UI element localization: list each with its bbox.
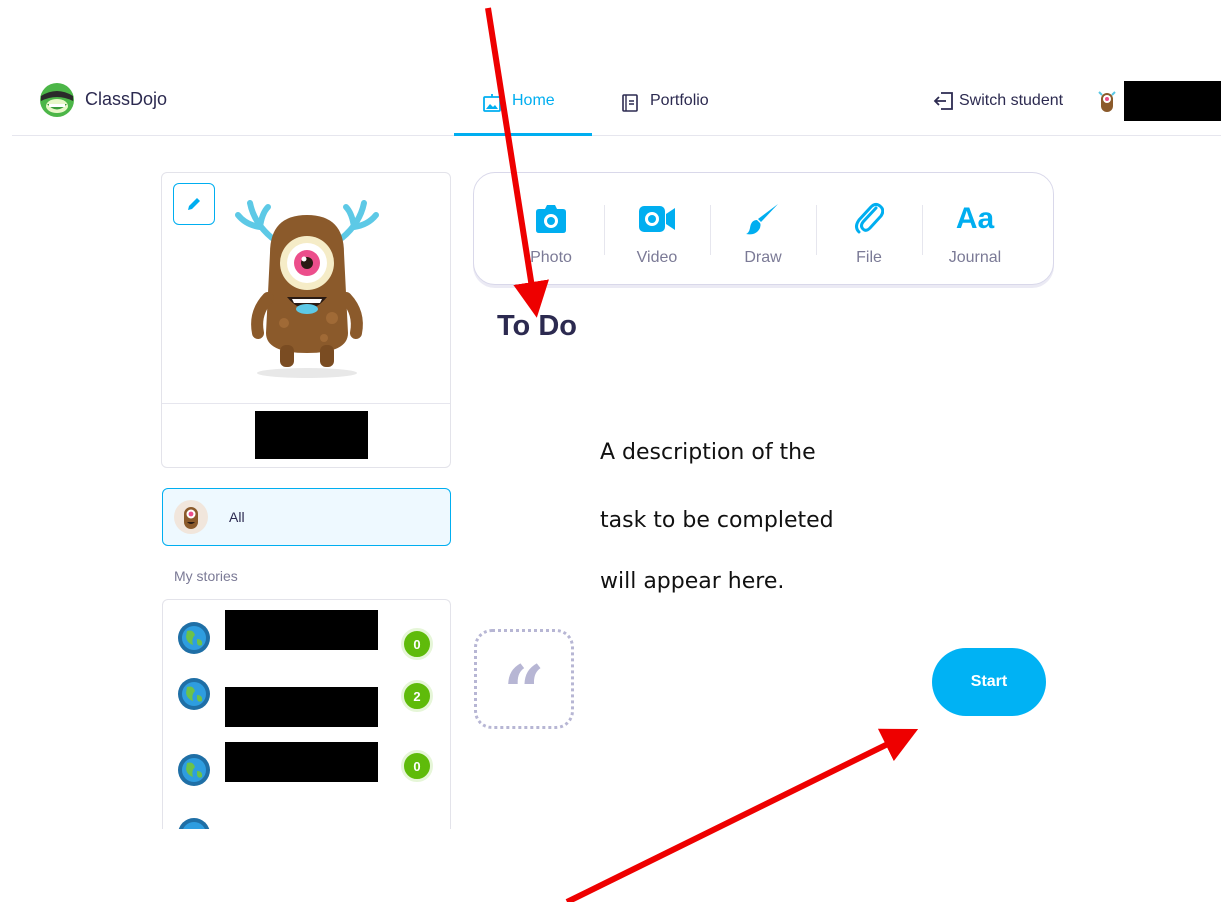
tool-draw-button[interactable]: Draw bbox=[710, 201, 816, 267]
todo-heading: To Do bbox=[497, 310, 577, 342]
switch-student-button[interactable]: Switch student bbox=[933, 90, 1063, 112]
stories-list: 0 2 0 bbox=[162, 599, 451, 829]
globe-icon bbox=[178, 622, 210, 654]
student-avatar-icon[interactable] bbox=[1096, 88, 1118, 116]
card-divider bbox=[162, 403, 450, 404]
redacted-story-name bbox=[225, 687, 378, 727]
globe-icon bbox=[178, 818, 210, 829]
switch-user-icon bbox=[933, 92, 953, 110]
filter-all-button[interactable]: All bbox=[162, 488, 451, 546]
camera-icon bbox=[536, 205, 566, 233]
tool-file-label: File bbox=[856, 249, 882, 266]
globe-icon bbox=[178, 678, 210, 710]
tool-photo-label: Photo bbox=[530, 249, 572, 266]
tab-home[interactable]: Home bbox=[454, 92, 592, 136]
story-item[interactable] bbox=[163, 806, 450, 829]
annotation-arrow bbox=[565, 728, 919, 902]
redacted-student-name bbox=[1124, 81, 1221, 121]
story-count-badge: 2 bbox=[401, 680, 433, 712]
portfolio-icon bbox=[622, 94, 638, 112]
story-count-badge: 0 bbox=[401, 750, 433, 782]
pencil-icon bbox=[188, 198, 200, 210]
story-item[interactable]: 0 bbox=[163, 742, 450, 792]
paperclip-icon bbox=[855, 202, 884, 234]
globe-icon bbox=[178, 754, 210, 786]
tab-home-label: Home bbox=[512, 92, 555, 109]
profile-card bbox=[161, 172, 451, 468]
quote-icon: “ bbox=[503, 649, 545, 734]
tool-draw-label: Draw bbox=[744, 249, 782, 266]
top-bar: ClassDojo Home Portfolio Switch student bbox=[12, 0, 1221, 136]
story-item[interactable]: 2 bbox=[163, 666, 450, 727]
redacted-story-name bbox=[225, 742, 378, 782]
stories-heading: My stories bbox=[174, 568, 238, 584]
redacted-story-name bbox=[225, 610, 378, 650]
quote-placeholder: “ bbox=[474, 629, 574, 729]
tool-video-button[interactable]: Video bbox=[604, 201, 710, 267]
story-count-badge: 0 bbox=[401, 628, 433, 660]
video-camera-icon bbox=[639, 206, 675, 232]
tool-file-button[interactable]: File bbox=[816, 201, 922, 267]
image-icon bbox=[483, 94, 501, 112]
tool-video-label: Video bbox=[636, 249, 678, 266]
monster-avatar bbox=[235, 200, 379, 378]
class-avatar-icon bbox=[174, 500, 208, 534]
filter-all-label: All bbox=[229, 509, 245, 525]
story-item[interactable]: 0 bbox=[163, 610, 450, 660]
aa-text-icon: Aa bbox=[955, 202, 995, 235]
tab-portfolio-label: Portfolio bbox=[650, 92, 709, 109]
tool-journal-button[interactable]: Aa Journal bbox=[922, 201, 1028, 267]
tab-portfolio[interactable]: Portfolio bbox=[620, 92, 709, 136]
edit-avatar-button[interactable] bbox=[173, 183, 215, 225]
post-toolbar: Photo Video Draw File Aa Journal bbox=[473, 172, 1054, 285]
task-description-line: task to be completed bbox=[600, 508, 834, 533]
tool-journal-label: Journal bbox=[948, 249, 1002, 266]
task-description-line: A description of the bbox=[600, 440, 816, 465]
brush-icon bbox=[746, 204, 778, 235]
start-button[interactable]: Start bbox=[932, 648, 1046, 716]
classdojo-logo-icon[interactable] bbox=[39, 82, 75, 118]
task-description-line: will appear here. bbox=[600, 569, 785, 594]
tool-photo-button[interactable]: Photo bbox=[498, 201, 604, 267]
switch-student-label: Switch student bbox=[959, 92, 1064, 109]
brand-name[interactable]: ClassDojo bbox=[85, 89, 167, 110]
redacted-student-name bbox=[255, 411, 368, 459]
